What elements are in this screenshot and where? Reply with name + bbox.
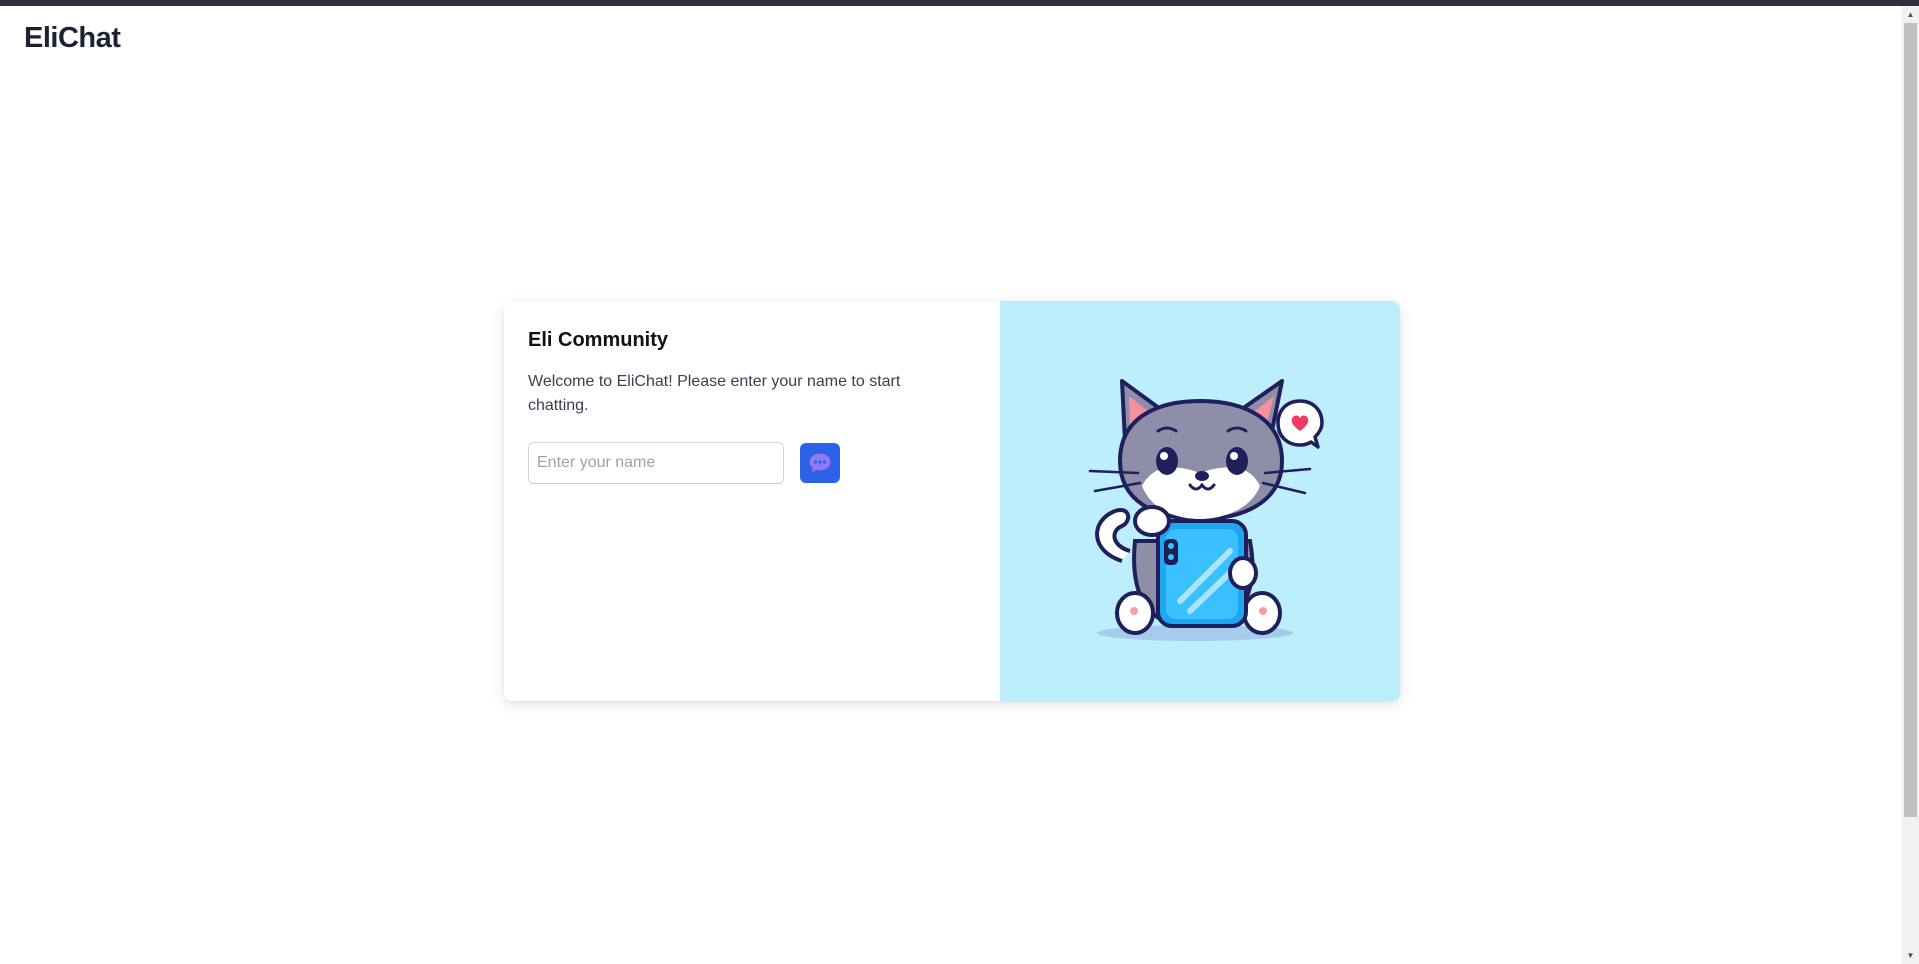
- welcome-text: Welcome to EliChat! Please enter your na…: [528, 373, 901, 414]
- vertical-scrollbar[interactable]: ▲ ▼: [1902, 6, 1919, 964]
- cat-with-phone-illustration: [1088, 379, 1324, 641]
- scroll-up-icon[interactable]: ▲: [1902, 6, 1919, 23]
- window-top-bar: [0, 0, 1919, 6]
- name-input[interactable]: [528, 442, 784, 484]
- login-card: Eli Community Welcome to EliChat! Please…: [504, 301, 1400, 701]
- start-chat-button[interactable]: [800, 443, 840, 483]
- login-panel: Eli Community Welcome to EliChat! Please…: [504, 301, 1000, 701]
- illustration-panel: [1000, 301, 1400, 701]
- scrollbar-thumb[interactable]: [1904, 23, 1917, 817]
- brand-logo[interactable]: EliChat: [24, 22, 121, 55]
- scroll-down-icon[interactable]: ▼: [1902, 947, 1919, 964]
- name-form: [528, 442, 976, 484]
- community-title: Eli Community: [528, 329, 669, 351]
- chat-bubble-icon: [808, 452, 832, 474]
